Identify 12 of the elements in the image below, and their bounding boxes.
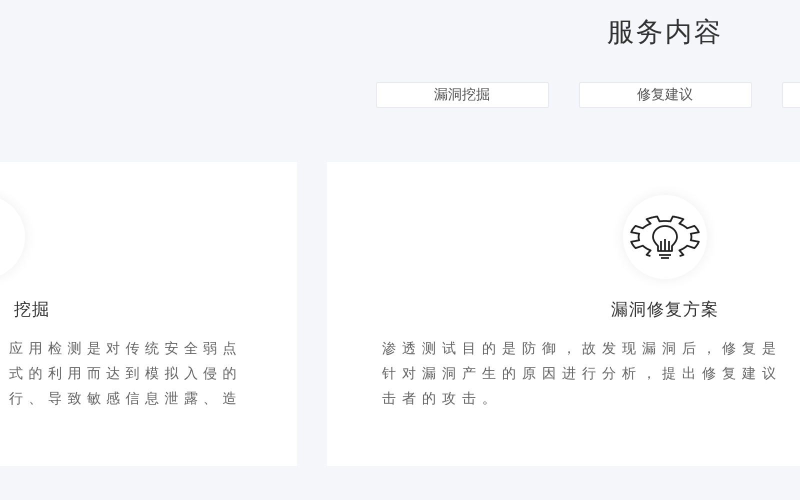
description-line: 击者的攻击。 — [382, 390, 503, 409]
description-line: 针对漏洞产生的原因进行分析，提出修复建议 — [382, 365, 782, 384]
tab-button[interactable]: 修复建议 — [578, 82, 752, 108]
gear-bulb-icon — [628, 214, 702, 260]
card-title: 漏洞修复方案 — [611, 299, 719, 321]
description-line: 式的利用而达到模拟入侵的 — [9, 365, 242, 384]
card-title: 挖掘 — [14, 299, 50, 321]
description-line: 渗透测试目的是防御，故发现漏洞后，修复是 — [382, 340, 782, 359]
description-line: 应用检测是对传统安全弱点 — [9, 340, 242, 359]
section-title: 服务内容 — [607, 16, 723, 50]
tab-button[interactable]: 漏洞挖掘 — [376, 82, 548, 108]
description-line: 行、导致敏感信息泄露、造 — [9, 390, 242, 409]
